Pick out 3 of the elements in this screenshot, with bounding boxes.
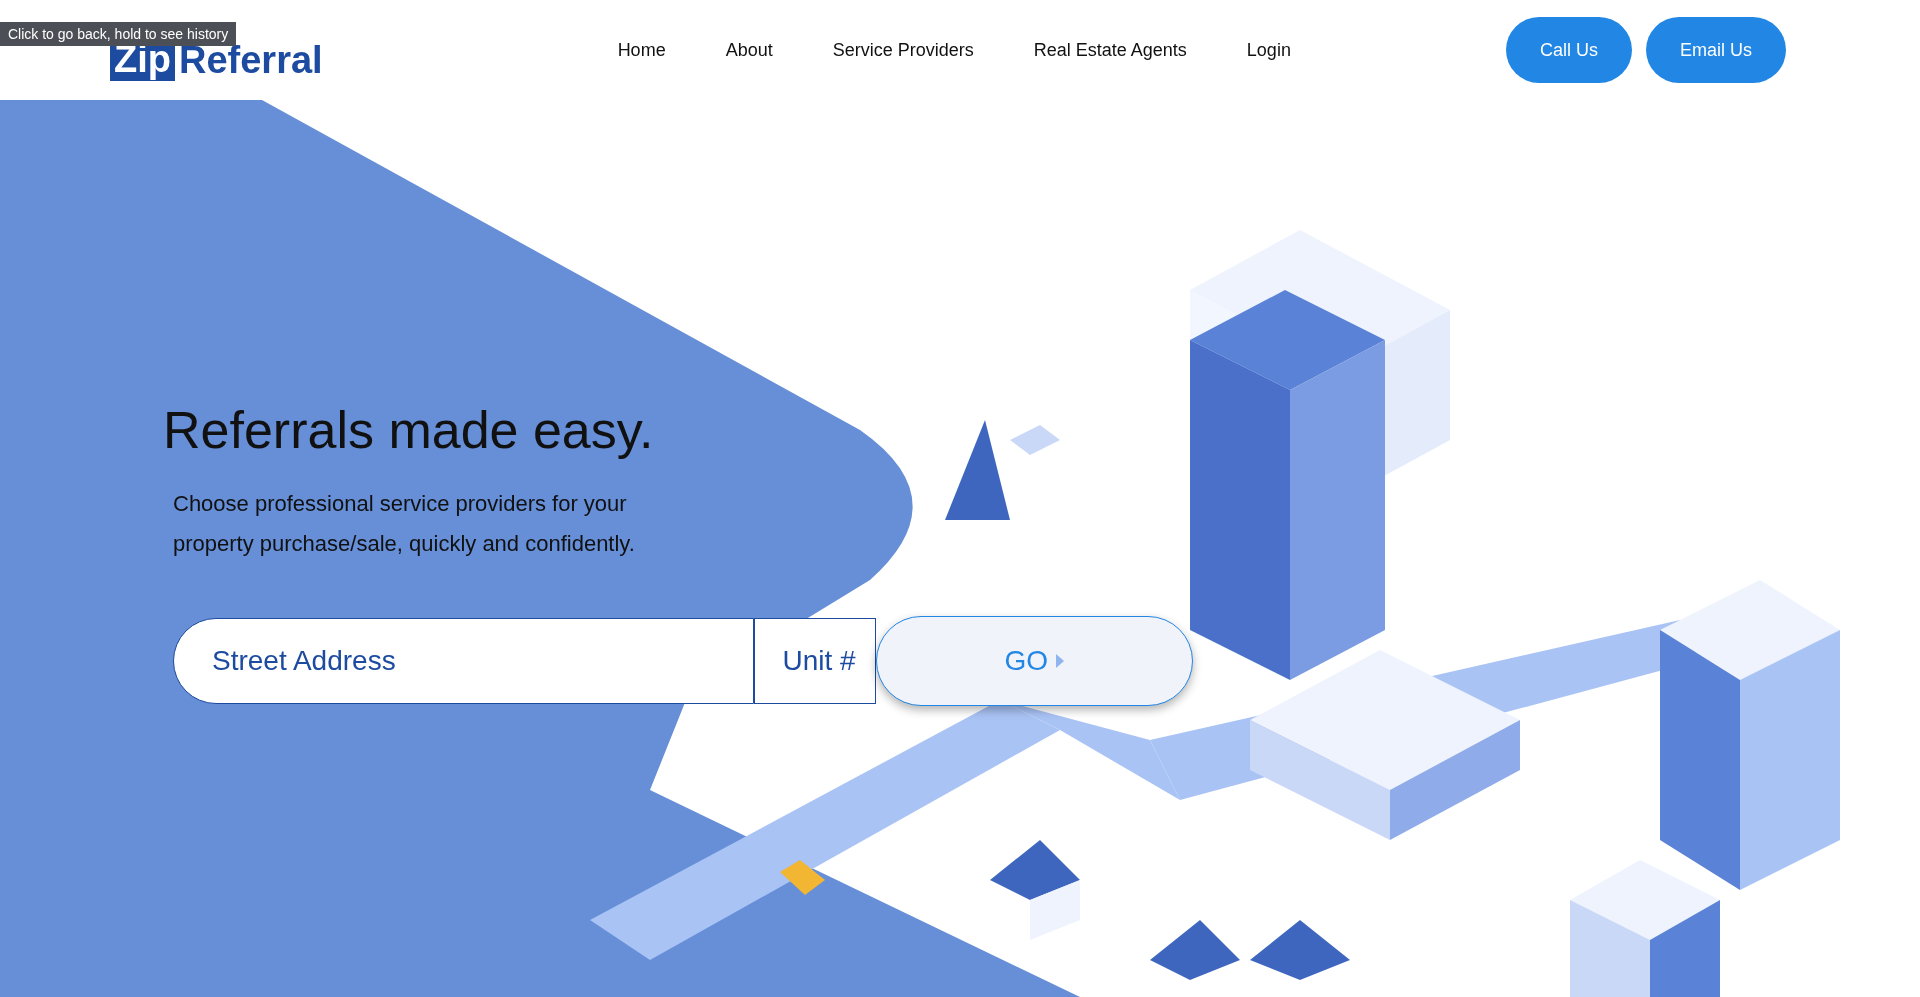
- hero-description: Choose professional service providers for your property purchase/sale, quickly and confidently.: [173, 490, 636, 558]
- browser-tooltip: Click to go back, hold to see history: [0, 22, 237, 46]
- hero-heading: Referrals made easy.: [163, 400, 655, 460]
